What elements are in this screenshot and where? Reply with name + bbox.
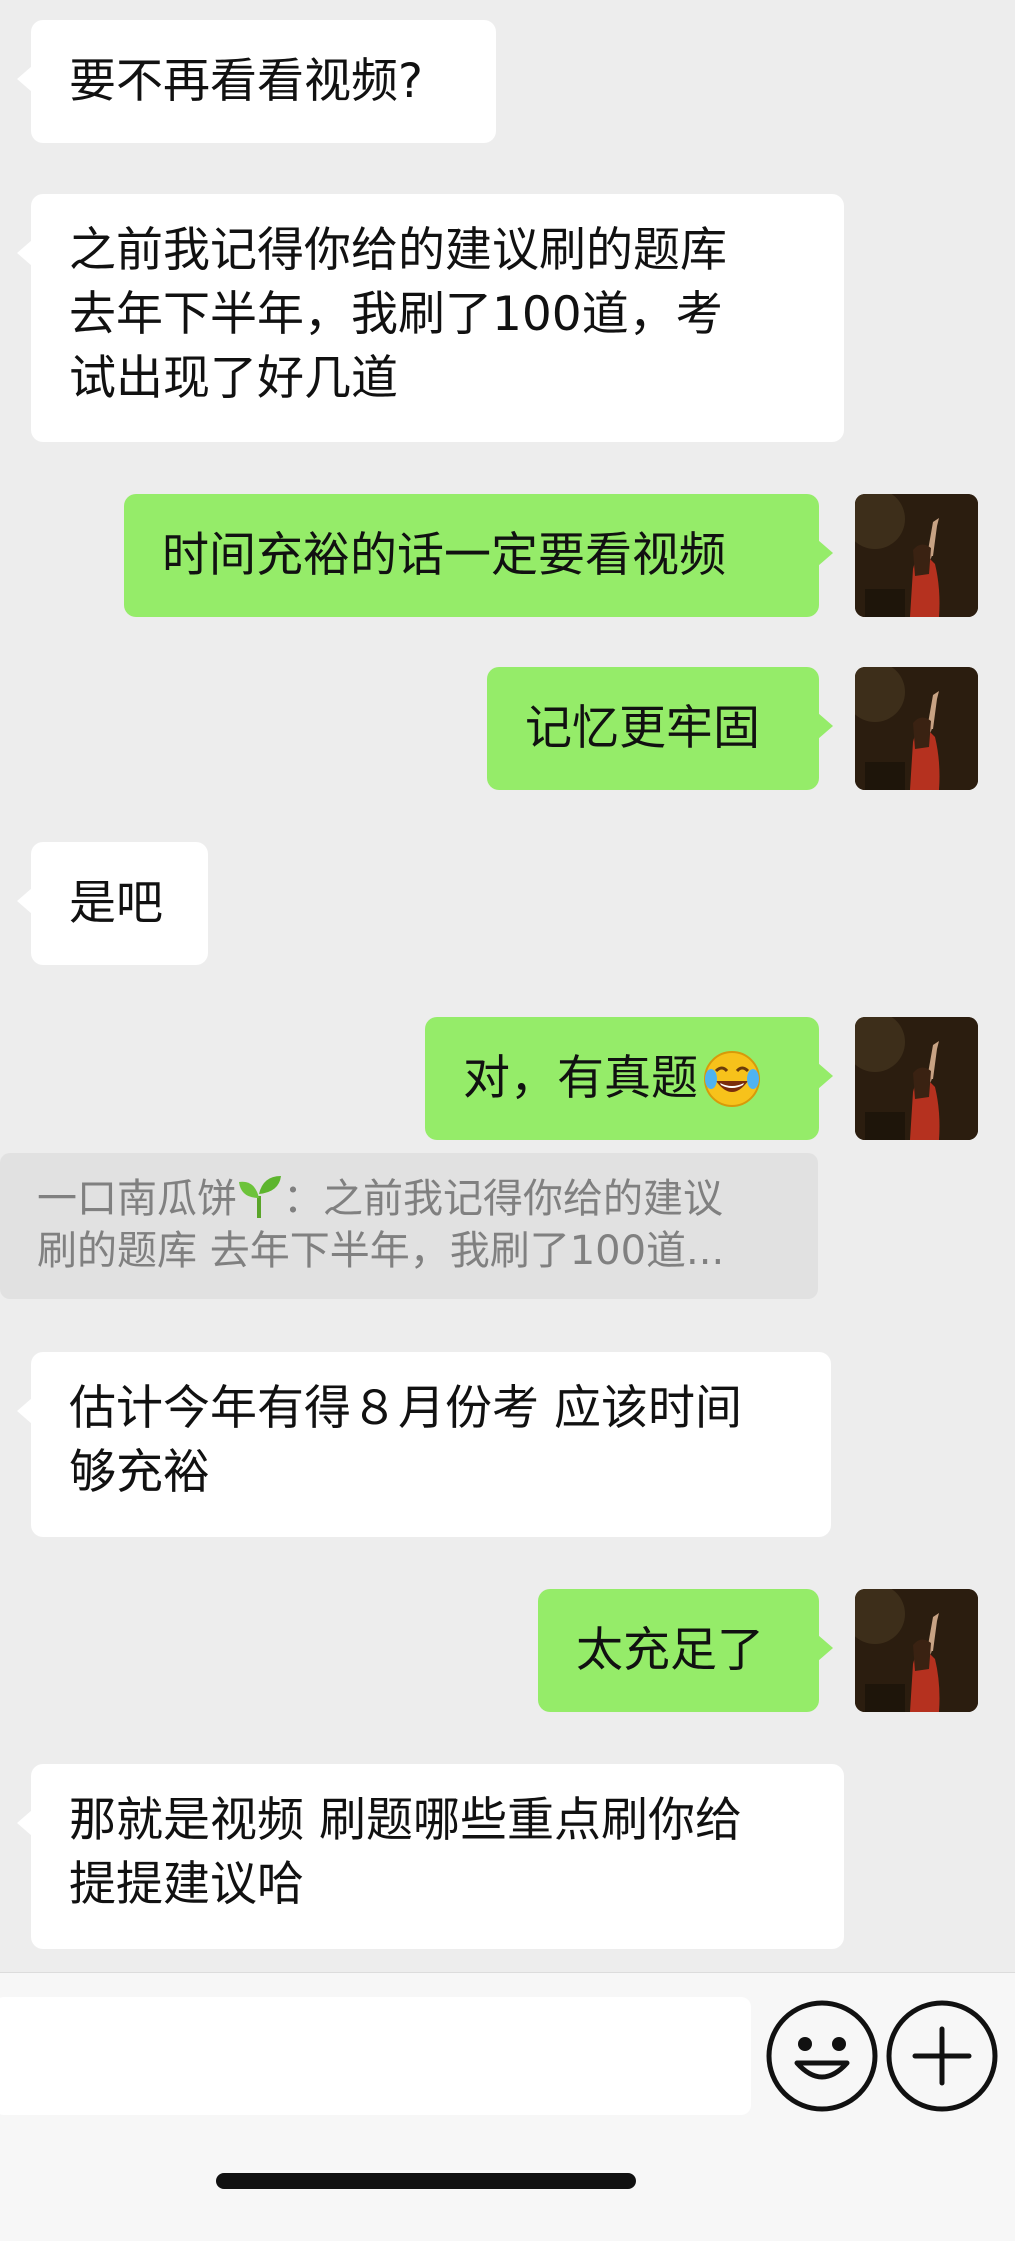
more-button[interactable] bbox=[885, 1999, 999, 2113]
avatar[interactable] bbox=[855, 667, 978, 790]
message-bubble[interactable]: 那就是视频 刷题哪些重点刷你给 提提建议哈 bbox=[17, 1764, 844, 1949]
avatar-image bbox=[855, 667, 978, 790]
message-text: 是吧 bbox=[69, 875, 163, 931]
laughing-tears-emoji bbox=[704, 1050, 760, 1107]
message-text: 对，有真题 bbox=[463, 1050, 698, 1106]
avatar-image bbox=[855, 494, 978, 617]
emoji-button[interactable] bbox=[765, 1999, 879, 2113]
message-bubble[interactable]: 太充足了 bbox=[538, 1589, 833, 1712]
chat-area[interactable]: 要不再看看视频? 之前我记得你给的建议刷的题库 去年下半年，我刷了100道，考 … bbox=[0, 0, 1015, 1972]
message-input[interactable] bbox=[0, 1997, 751, 2115]
plus-circle-icon bbox=[886, 2000, 998, 2112]
quote-text-2: 刷的题库 去年下半年，我刷了100道... bbox=[37, 1228, 725, 1274]
message-text: 估计今年有得８月份考 应该时间 够充裕 bbox=[69, 1381, 742, 1500]
quote-separator: ： bbox=[283, 1176, 323, 1222]
seedling-icon bbox=[239, 1176, 281, 1218]
smiley-face-icon bbox=[766, 2000, 878, 2112]
message-bubble[interactable]: 要不再看看视频? bbox=[17, 20, 496, 143]
avatar[interactable] bbox=[855, 494, 978, 617]
avatar-image bbox=[855, 1017, 978, 1140]
avatar[interactable] bbox=[855, 1589, 978, 1712]
message-bubble[interactable]: 之前我记得你给的建议刷的题库 去年下半年，我刷了100道，考 试出现了好几道 bbox=[17, 194, 844, 442]
message-bubble[interactable]: 对，有真题 bbox=[425, 1017, 833, 1140]
quote-author: 一口南瓜饼 bbox=[37, 1176, 237, 1222]
message-text: 之前我记得你给的建议刷的题库 去年下半年，我刷了100道，考 试出现了好几道 bbox=[69, 223, 727, 406]
home-indicator[interactable] bbox=[216, 2173, 636, 2189]
message-bubble[interactable]: 记忆更牢固 bbox=[487, 667, 833, 790]
message-text: 记忆更牢固 bbox=[525, 700, 760, 756]
avatar[interactable] bbox=[855, 1017, 978, 1140]
message-bubble[interactable]: 时间充裕的话一定要看视频 bbox=[124, 494, 833, 617]
avatar-image bbox=[855, 1589, 978, 1712]
message-bubble[interactable]: 估计今年有得８月份考 应该时间 够充裕 bbox=[17, 1352, 831, 1537]
quote-text-1: 之前我记得你给的建议 bbox=[323, 1176, 723, 1222]
input-bar bbox=[0, 1972, 1015, 2241]
message-bubble[interactable]: 是吧 bbox=[17, 842, 208, 965]
message-text: 那就是视频 刷题哪些重点刷你给 提提建议哈 bbox=[69, 1793, 742, 1912]
message-text: 时间充裕的话一定要看视频 bbox=[162, 527, 726, 583]
quote-line-1: 一口南瓜饼 ：之前我记得你给的建议 bbox=[37, 1173, 818, 1225]
message-text: 要不再看看视频? bbox=[69, 53, 423, 109]
message-text: 太充足了 bbox=[576, 1622, 764, 1678]
quoted-message[interactable]: 一口南瓜饼 ：之前我记得你给的建议 刷的题库 去年下半年，我刷了100道... bbox=[0, 1153, 818, 1299]
